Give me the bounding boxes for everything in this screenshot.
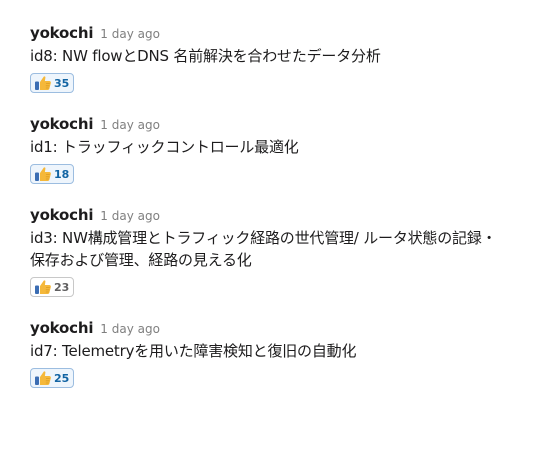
message-text: id3: NW構成管理とトラフィック経路の世代管理/ ルータ状態の記録・保存およ… <box>30 229 497 269</box>
reaction-thumbsup[interactable]: 18 <box>30 164 75 184</box>
timestamp[interactable]: 1 day ago <box>100 209 160 223</box>
message-header: yokochi 1 day ago <box>30 24 538 44</box>
reaction-thumbsup[interactable]: 25 <box>30 368 75 388</box>
reaction-count: 23 <box>54 280 70 294</box>
message-item: yokochi 1 day ago id3: NW構成管理とトラフィック経路の世… <box>30 206 538 299</box>
message-item: yokochi 1 day ago id1: トラッフィックコントロール最適化 … <box>30 115 538 186</box>
reaction-count: 18 <box>54 167 70 181</box>
thumbsup-icon <box>35 280 51 294</box>
message-text: id1: トラッフィックコントロール最適化 <box>30 138 299 156</box>
timestamp[interactable]: 1 day ago <box>100 118 160 132</box>
message-header: yokochi 1 day ago <box>30 206 538 226</box>
thumbsup-icon <box>35 167 51 181</box>
timestamp[interactable]: 1 day ago <box>100 322 160 336</box>
message-feed: yokochi 1 day ago id8: NW flowとDNS 名前解決を… <box>0 0 554 390</box>
author-name[interactable]: yokochi <box>30 319 93 337</box>
message-item: yokochi 1 day ago id8: NW flowとDNS 名前解決を… <box>30 24 538 95</box>
message-header: yokochi 1 day ago <box>30 319 538 339</box>
thumbsup-icon <box>35 371 51 385</box>
timestamp[interactable]: 1 day ago <box>100 27 160 41</box>
message-header: yokochi 1 day ago <box>30 115 538 135</box>
author-name[interactable]: yokochi <box>30 115 93 133</box>
author-name[interactable]: yokochi <box>30 206 93 224</box>
message-item: yokochi 1 day ago id7: Telemetryを用いた障害検知… <box>30 319 538 390</box>
reaction-count: 25 <box>54 371 70 385</box>
reaction-count: 35 <box>54 76 70 90</box>
message-text: id7: Telemetryを用いた障害検知と復旧の自動化 <box>30 342 357 360</box>
thumbsup-icon <box>35 76 51 90</box>
reaction-thumbsup[interactable]: 35 <box>30 73 75 93</box>
author-name[interactable]: yokochi <box>30 24 93 42</box>
message-text: id8: NW flowとDNS 名前解決を合わせたデータ分析 <box>30 47 381 65</box>
reaction-thumbsup[interactable]: 23 <box>30 277 75 297</box>
